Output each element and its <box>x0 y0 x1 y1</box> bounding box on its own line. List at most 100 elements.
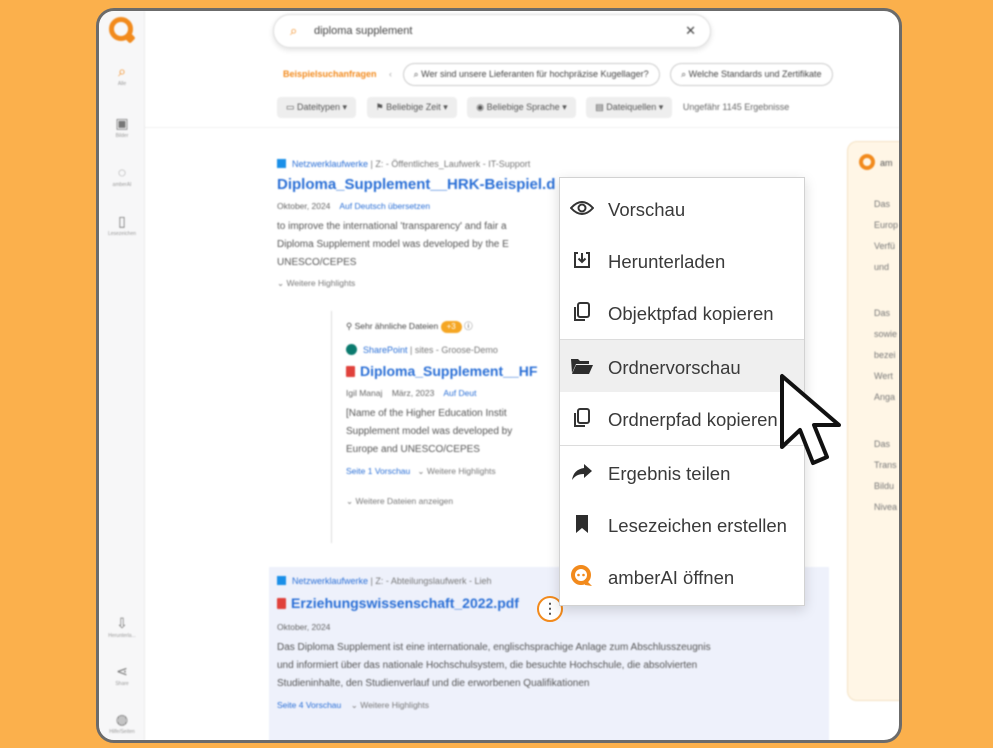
chip-label: Wer sind unsere Lieferanten für hochpräz… <box>421 69 649 79</box>
share-icon: ⋖ <box>116 663 128 679</box>
filter-time[interactable]: ⚑ Beliebige Zeit ▾ <box>366 97 457 118</box>
panel-text: sowie <box>874 329 898 339</box>
search-input[interactable]: diploma supplement <box>314 25 412 37</box>
filter-file-types[interactable]: ▭ Dateitypen ▾ <box>277 97 357 118</box>
example-queries-label: Beispielsuchanfragen <box>283 69 377 79</box>
panel-text: Europ <box>874 220 899 230</box>
result-title[interactable]: Diploma_Supplement__HRK-Beispiel.d <box>277 176 555 193</box>
sidebar-item-bookmarks[interactable]: ▯ Lesezeichen <box>99 213 145 237</box>
menu-item-label: Ordnervorschau <box>608 357 741 378</box>
panel-text: Anga <box>874 392 896 402</box>
windows-icon <box>277 159 286 168</box>
sidebar-item-label: Lesezeichen <box>107 231 137 237</box>
result-snippet: UNESCO/CEPES <box>277 257 357 268</box>
menu-item-label: Lesezeichen erstellen <box>608 515 787 536</box>
sidebar-item-help[interactable]: ◍ Hilfe/Seiten <box>99 711 145 735</box>
menu-item-create-bookmark[interactable]: Lesezeichen erstellen <box>560 498 804 550</box>
panel-text: Bildu <box>874 481 895 491</box>
more-highlights-label[interactable]: Weitere Highlights <box>427 466 496 476</box>
result-count: Ungefähr 1145 Ergebnisse <box>682 102 790 112</box>
show-more-files-label: Weitere Dateien anzeigen <box>355 496 454 506</box>
sidebar-item-label: Alle <box>117 81 127 87</box>
panel-text: Das <box>874 308 891 318</box>
menu-item-label: Ergebnis teilen <box>608 463 731 484</box>
menu-item-copy-object-path[interactable]: Objektpfad kopieren <box>560 286 804 338</box>
more-highlights-link[interactable]: ⌄ Weitere Highlights <box>277 274 555 292</box>
chip-label: Welche Standards und Zertifikate <box>688 69 822 79</box>
sidebar-item-label: Share <box>115 681 129 687</box>
sharepoint-icon <box>346 344 357 355</box>
bookmark-icon <box>570 513 594 535</box>
amber-logo-icon[interactable] <box>109 17 133 41</box>
translate-link[interactable]: Auf Deut <box>443 388 476 398</box>
result-snippet: Studieninhalte, den Studienverlauf und d… <box>277 678 590 689</box>
result-title[interactable]: Erziehungswissenschaft_2022.pdf <box>291 595 519 611</box>
clear-search-icon[interactable]: ✕ <box>685 23 696 39</box>
result-date: Oktober, 2024 <box>277 201 331 211</box>
windows-icon <box>277 576 286 585</box>
amber-logo-icon <box>859 154 875 170</box>
sidebar-item-share[interactable]: ⋖ Share <box>99 663 145 687</box>
panel-title: am <box>880 158 893 168</box>
similar-files-label: Sehr ähnliche Dateien <box>354 321 439 331</box>
search-bar[interactable]: ⌕ diploma supplement ✕ <box>273 14 711 48</box>
image-icon: ▣ <box>115 115 129 131</box>
result-author: Igil Manaj <box>346 388 383 398</box>
search-icon: ⌕ <box>118 63 126 79</box>
menu-item-open-amberai[interactable]: amberAI öffnen <box>560 550 804 602</box>
menu-item-download[interactable]: Herunterladen <box>560 234 804 286</box>
chat-icon: ◌ <box>117 164 127 180</box>
sidebar-item-download[interactable]: ⇩ Herunterla... <box>99 615 145 639</box>
share-arrow-icon <box>570 461 594 483</box>
sidebar-item-amberai[interactable]: ◌ amberAI <box>99 164 145 188</box>
page-preview-link[interactable]: Seite 1 Vorschau <box>346 466 410 476</box>
menu-item-folder-preview[interactable]: Ordnervorschau <box>560 340 804 392</box>
help-icon: ◍ <box>115 711 129 727</box>
chevron-left-icon[interactable]: ‹ <box>389 69 392 79</box>
panel-text: bezei <box>874 350 896 360</box>
show-more-files-link[interactable]: ⌄ Weitere Dateien anzeigen <box>346 492 537 510</box>
filter-label: Beliebige Zeit <box>386 102 441 112</box>
search-result: Netzwerklaufwerke | Z: - Öffentliches_La… <box>277 155 555 292</box>
result-snippet: Diploma Supplement model was developed b… <box>277 239 509 250</box>
filter-bar: ▭ Dateitypen ▾ ⚑ Beliebige Zeit ▾ ◉ Beli… <box>277 97 789 118</box>
result-snippet: [Name of the Higher Education Instit <box>346 408 507 419</box>
search-icon: ⌕ <box>290 23 298 38</box>
panel-text: und <box>874 262 890 272</box>
filter-label: Dateiquellen <box>606 102 657 112</box>
panel-text: Verfü <box>874 241 896 251</box>
menu-item-share-result[interactable]: Ergebnis teilen <box>560 446 804 498</box>
more-highlights-label[interactable]: Weitere Highlights <box>360 700 429 710</box>
sidebar-item-all[interactable]: ⌕ Alle <box>99 63 145 87</box>
menu-item-label: Vorschau <box>608 199 686 220</box>
result-source[interactable]: Netzwerklaufwerke <box>292 159 368 169</box>
app-window: ⌕ Alle ▣ Bilder ◌ amberAI ▯ Lesezeichen … <box>96 8 902 743</box>
filter-sources[interactable]: ▤ Dateiquellen ▾ <box>586 97 673 118</box>
filter-label: Beliebige Sprache <box>486 102 560 112</box>
menu-item-label: Objektpfad kopieren <box>608 303 774 324</box>
result-snippet: Das Diploma Supplement ist eine internat… <box>277 642 711 653</box>
upload-icon: ⇩ <box>116 615 128 631</box>
menu-item-preview[interactable]: Vorschau <box>560 182 804 234</box>
result-source[interactable]: SharePoint <box>363 345 408 355</box>
result-path: sites - Groose-Demo <box>414 345 498 355</box>
filter-language[interactable]: ◉ Beliebige Sprache ▾ <box>467 97 576 118</box>
example-query-chip[interactable]: ⌕ Wer sind unsere Lieferanten für hochpr… <box>402 63 660 86</box>
menu-item-label: Herunterladen <box>608 251 726 272</box>
result-snippet: Supplement model was developed by <box>346 426 513 437</box>
result-path: Z: - Abteilungslaufwerk - Lieh <box>375 576 492 586</box>
page-preview-link[interactable]: Seite 4 Vorschau <box>277 700 341 710</box>
result-snippet: Europe and UNESCO/CEPES <box>346 444 480 455</box>
menu-item-copy-folder-path[interactable]: Ordnerpfad kopieren <box>560 392 804 444</box>
panel-text: Wert <box>874 371 893 381</box>
filter-label: Dateitypen <box>297 102 341 112</box>
result-title[interactable]: Diploma_Supplement__HF <box>360 363 537 379</box>
result-source[interactable]: Netzwerklaufwerke <box>292 576 368 586</box>
example-query-chip[interactable]: ⌕ Welche Standards und Zertifikate <box>670 63 833 86</box>
panel-text: Nivea <box>874 502 898 512</box>
menu-item-label: Ordnerpfad kopieren <box>608 409 778 430</box>
result-snippet: to improve the international 'transparen… <box>277 221 507 232</box>
sidebar-item-images[interactable]: ▣ Bilder <box>99 115 145 139</box>
menu-item-label: amberAI öffnen <box>608 567 735 588</box>
translate-link[interactable]: Auf Deutsch übersetzen <box>339 201 430 211</box>
